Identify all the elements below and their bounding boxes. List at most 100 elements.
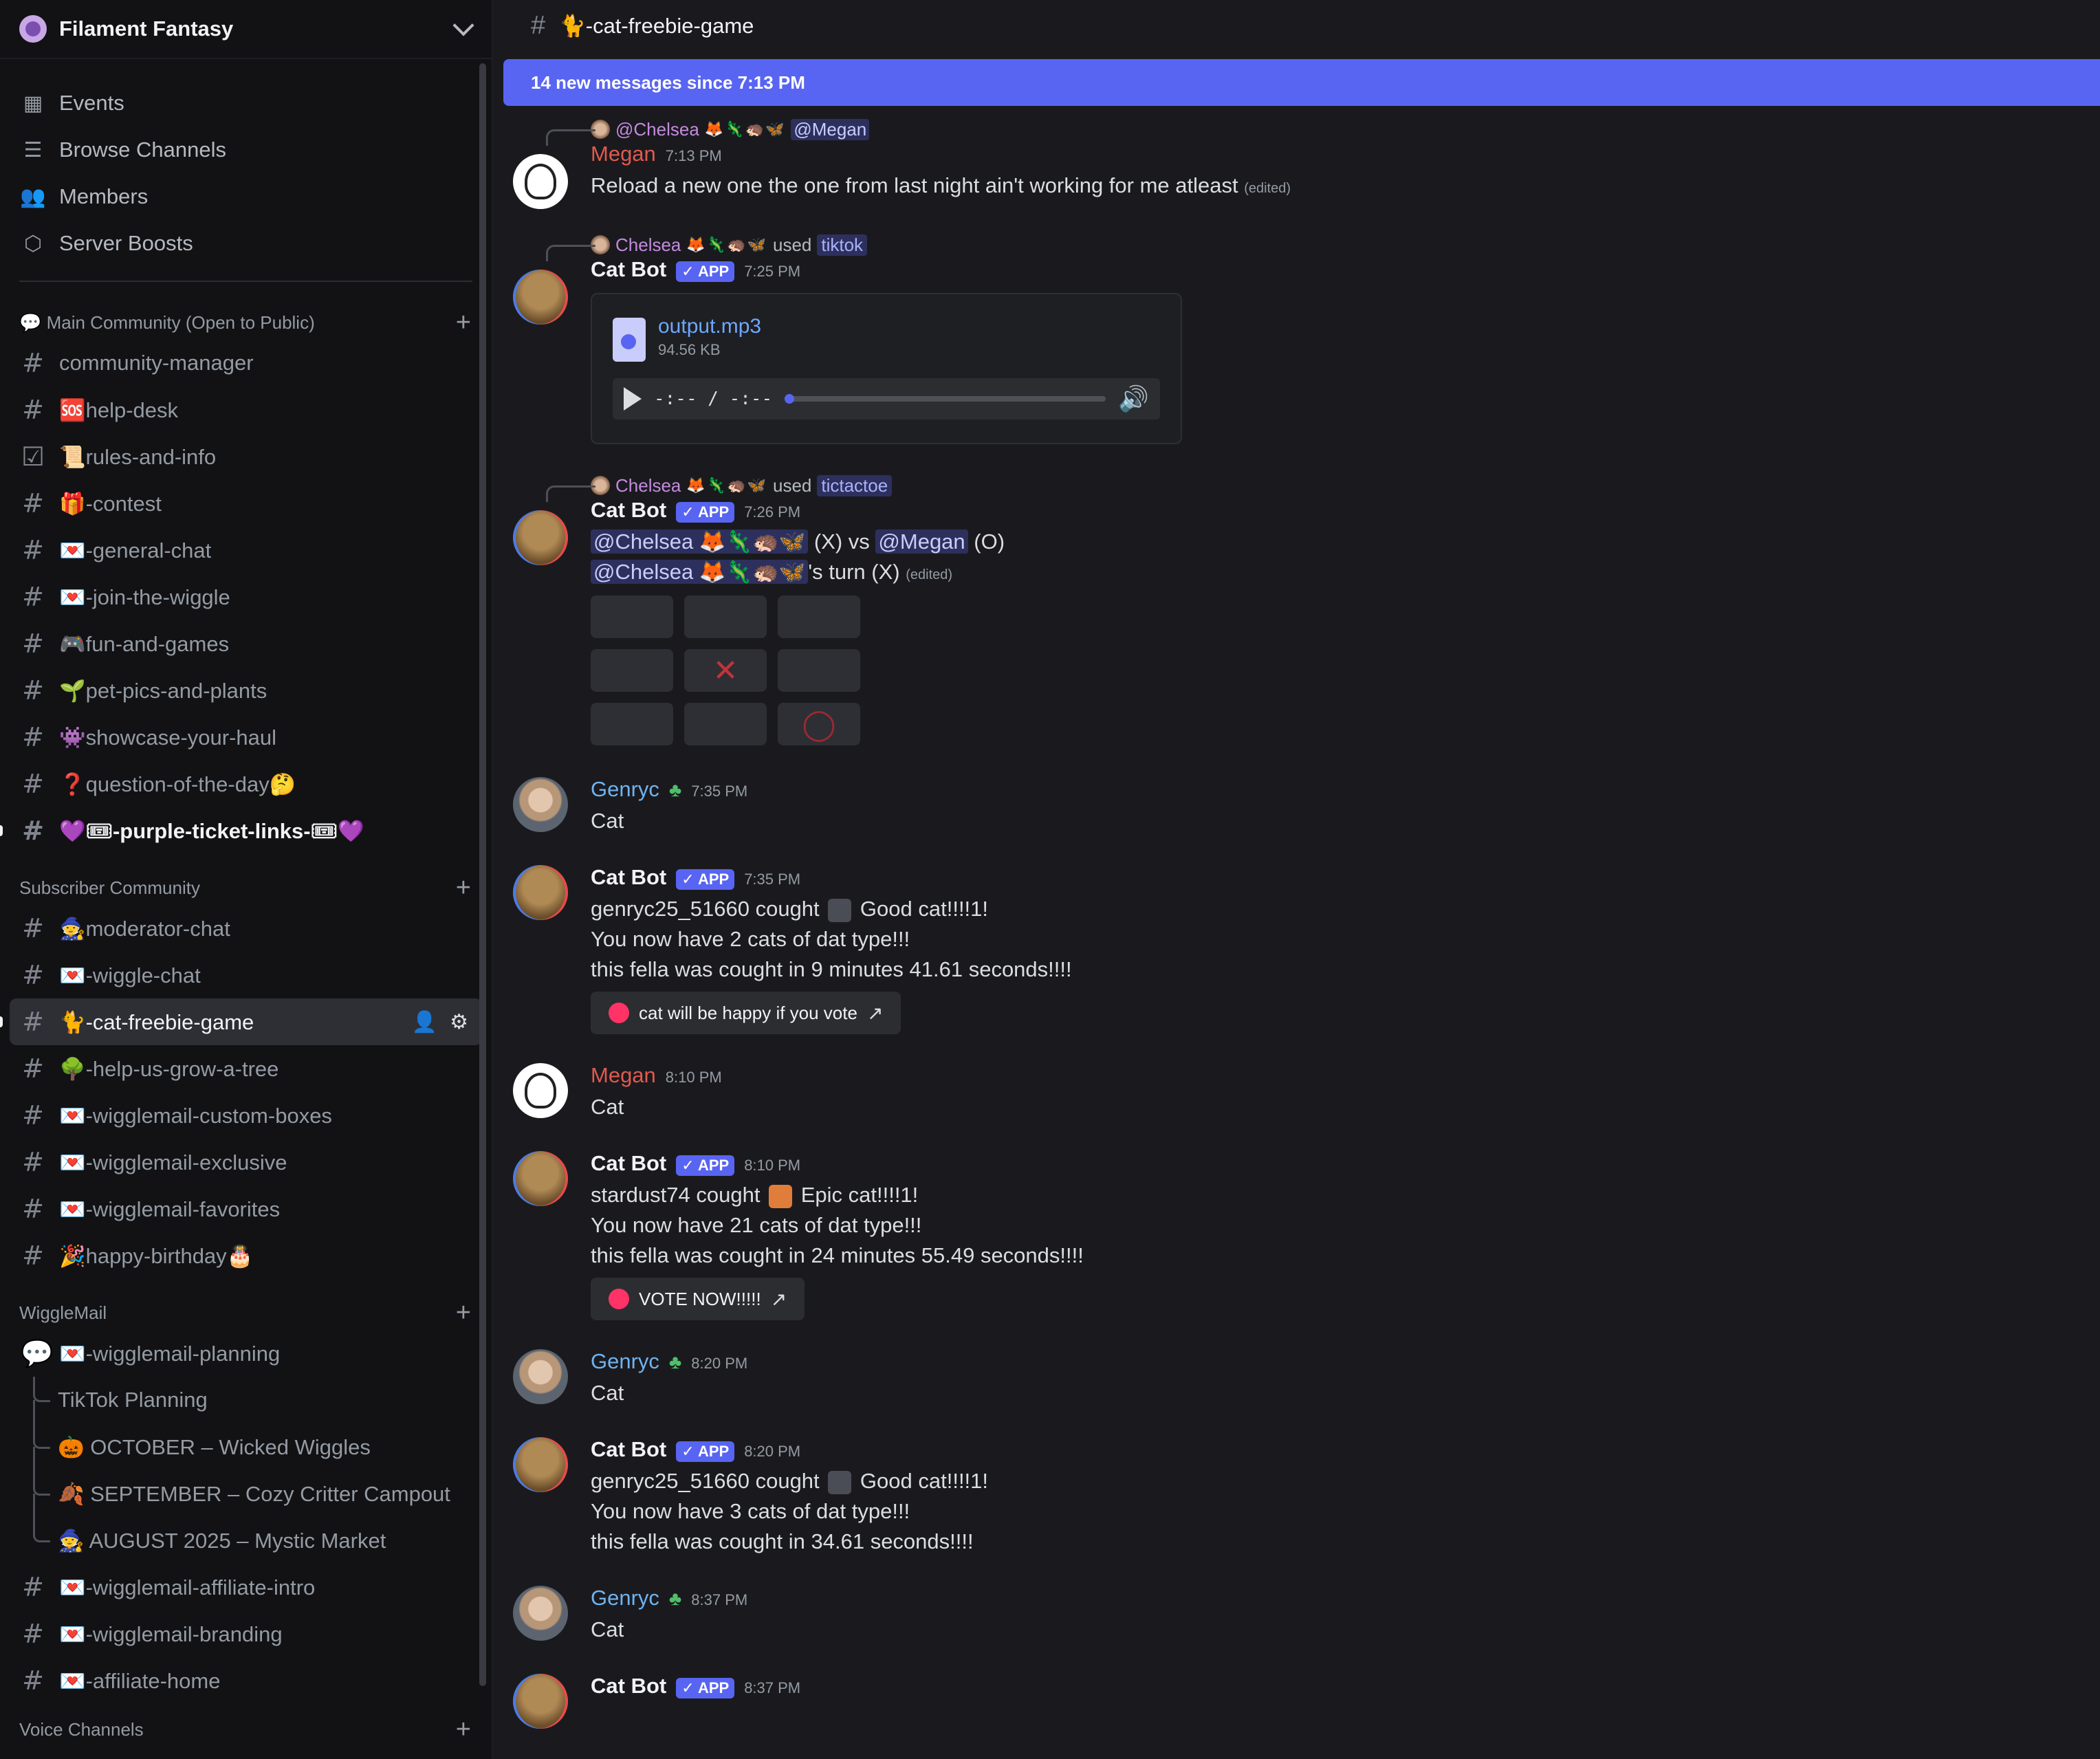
- mention[interactable]: @Chelsea 🦊🦎🦔🦋: [591, 529, 809, 554]
- avatar[interactable]: [513, 1063, 568, 1118]
- channel-label: 🎁-contest: [59, 491, 162, 516]
- plus-icon[interactable]: +: [456, 875, 471, 901]
- channel-item[interactable]: # 💌-wiggle-chat: [0, 952, 492, 998]
- nav-events[interactable]: ▦ Events: [0, 80, 492, 127]
- avatar[interactable]: [513, 1151, 568, 1206]
- thread-item[interactable]: 🎃 OCTOBER – Wicked Wiggles: [0, 1423, 492, 1470]
- channel-label: 💌-wiggle-chat: [59, 963, 201, 987]
- username[interactable]: Cat Bot: [591, 257, 666, 282]
- play-icon[interactable]: [624, 387, 642, 411]
- username[interactable]: Megan: [591, 1063, 656, 1088]
- username[interactable]: Genryc: [591, 1349, 659, 1374]
- avatar[interactable]: [513, 865, 568, 920]
- avatar[interactable]: [513, 154, 568, 209]
- epic-cat-icon: [769, 1184, 793, 1208]
- category-subscriber-community[interactable]: Subscriber Community +: [0, 871, 492, 905]
- username[interactable]: Cat Bot: [591, 1437, 666, 1462]
- forum-channel-item[interactable]: 💬 💌-wigglemail-planning: [0, 1330, 492, 1377]
- slash-command[interactable]: tiktok: [817, 234, 868, 256]
- file-name-link[interactable]: output.mp3: [658, 315, 761, 338]
- timestamp: 8:10 PM: [744, 1157, 801, 1174]
- board-cell[interactable]: [684, 596, 767, 638]
- avatar[interactable]: [513, 1349, 568, 1404]
- username[interactable]: Cat Bot: [591, 1674, 666, 1698]
- channel-item[interactable]: # 💌-affiliate-home: [0, 1657, 492, 1704]
- avatar[interactable]: [513, 1437, 568, 1492]
- mention[interactable]: @Megan: [791, 118, 870, 140]
- channel-item[interactable]: # 🎉happy-birthday🎂: [0, 1232, 492, 1279]
- sidebar-scrollbar[interactable]: [479, 63, 486, 1686]
- server-header[interactable]: Filament Fantasy: [0, 0, 492, 59]
- vote-link-button[interactable]: VOTE NOW!!!!! ↗: [591, 1278, 805, 1320]
- board-cell[interactable]: ◯: [778, 703, 860, 745]
- board-cell[interactable]: [778, 649, 860, 692]
- channel-item[interactable]: # ❓question-of-the-day🤔: [0, 761, 492, 807]
- channel-item[interactable]: # 🆘help-desk: [0, 386, 492, 433]
- avatar[interactable]: [513, 270, 568, 325]
- nav-browse-channels[interactable]: ☰ Browse Channels: [0, 127, 492, 173]
- username[interactable]: Megan: [591, 142, 656, 166]
- channel-item[interactable]: # 🌳-help-us-grow-a-tree: [0, 1045, 492, 1092]
- hash-icon: #: [22, 1665, 44, 1696]
- channel-item[interactable]: # 💌-wigglemail-exclusive: [0, 1139, 492, 1186]
- plus-icon[interactable]: +: [456, 1300, 471, 1326]
- audio-progress-bar[interactable]: [785, 394, 1106, 404]
- board-cell[interactable]: [684, 703, 767, 745]
- board-cell[interactable]: [591, 596, 673, 638]
- slash-command[interactable]: tictactoe: [817, 474, 893, 496]
- message-body: (O): [974, 529, 1005, 554]
- avatar[interactable]: [513, 510, 568, 565]
- reply-preview[interactable]: Chelsea 🦊🦎🦔🦋 used tiktok: [591, 232, 2100, 257]
- avatar[interactable]: [513, 1674, 568, 1729]
- channel-item[interactable]: # community-manager: [0, 340, 492, 386]
- channel-item[interactable]: # 🌱pet-pics-and-plants: [0, 667, 492, 714]
- reply-preview[interactable]: Chelsea 🦊🦎🦔🦋 used tictactoe: [591, 473, 2100, 498]
- channel-item-unread[interactable]: # 💜🎟-purple-ticket-links-🎟💜: [0, 807, 492, 854]
- board-cell[interactable]: [591, 703, 673, 745]
- channel-item[interactable]: # 💌-join-the-wiggle: [0, 573, 492, 620]
- chevron-down-icon[interactable]: [452, 14, 474, 36]
- channel-item[interactable]: # 🎁-contest: [0, 480, 492, 527]
- reply-preview[interactable]: @Chelsea 🦊🦎🦔🦋 @Megan: [591, 117, 2100, 142]
- mention[interactable]: @Chelsea 🦊🦎🦔🦋: [591, 560, 809, 584]
- avatar[interactable]: [513, 777, 568, 832]
- avatar[interactable]: [513, 1586, 568, 1641]
- plus-icon[interactable]: +: [456, 1716, 471, 1742]
- category-wigglemail[interactable]: WiggleMail +: [0, 1296, 492, 1330]
- invite-icon[interactable]: 👤: [412, 1010, 437, 1034]
- username[interactable]: Cat Bot: [591, 498, 666, 523]
- calendar-icon: ▦: [23, 91, 43, 115]
- board-cell[interactable]: [778, 596, 860, 638]
- channel-item[interactable]: # 🧙moderator-chat: [0, 905, 492, 952]
- username[interactable]: Genryc: [591, 777, 659, 802]
- channel-item[interactable]: # 💌-wigglemail-custom-boxes: [0, 1092, 492, 1139]
- channel-item[interactable]: # 💌-wigglemail-affiliate-intro: [0, 1564, 492, 1610]
- board-cell[interactable]: ✕: [684, 649, 767, 692]
- category-voice-channels[interactable]: Voice Channels +: [0, 1712, 492, 1747]
- channel-item[interactable]: # 👾showcase-your-haul: [0, 714, 492, 761]
- timestamp: 7:35 PM: [691, 783, 748, 800]
- board-cell[interactable]: [591, 649, 673, 692]
- username[interactable]: Cat Bot: [591, 1151, 666, 1176]
- nav-members[interactable]: 👥 Members: [0, 173, 492, 220]
- gear-icon[interactable]: ⚙: [450, 1010, 468, 1034]
- audio-file-icon: [613, 318, 646, 362]
- mention[interactable]: @Megan: [875, 529, 968, 554]
- volume-icon[interactable]: 🔊: [1118, 384, 1149, 413]
- nav-server-boosts[interactable]: ⬡ Server Boosts: [0, 220, 492, 267]
- channel-item[interactable]: # 💌-general-chat: [0, 527, 492, 573]
- category-main-community[interactable]: 💬 Main Community (Open to Public) +: [0, 305, 492, 340]
- new-messages-banner[interactable]: 14 new messages since 7:13 PM: [503, 59, 2100, 106]
- channel-item[interactable]: # 💌-wigglemail-favorites: [0, 1186, 492, 1232]
- thread-item[interactable]: 🧙 AUGUST 2025 – Mystic Market: [0, 1517, 492, 1564]
- thread-item[interactable]: 🍂 SEPTEMBER – Cozy Critter Campout: [0, 1470, 492, 1517]
- channel-item[interactable]: # 💌-wigglemail-branding: [0, 1610, 492, 1657]
- plus-icon[interactable]: +: [456, 309, 471, 336]
- channel-item[interactable]: ☑ 📜rules-and-info: [0, 433, 492, 480]
- vote-link-button[interactable]: cat will be happy if you vote ↗: [591, 992, 901, 1034]
- username[interactable]: Genryc: [591, 1586, 659, 1610]
- username[interactable]: Cat Bot: [591, 865, 666, 890]
- thread-item[interactable]: TikTok Planning: [0, 1377, 492, 1423]
- channel-item-active[interactable]: # 🐈-cat-freebie-game 👤 ⚙: [0, 998, 482, 1045]
- channel-item[interactable]: # 🎮fun-and-games: [0, 620, 492, 667]
